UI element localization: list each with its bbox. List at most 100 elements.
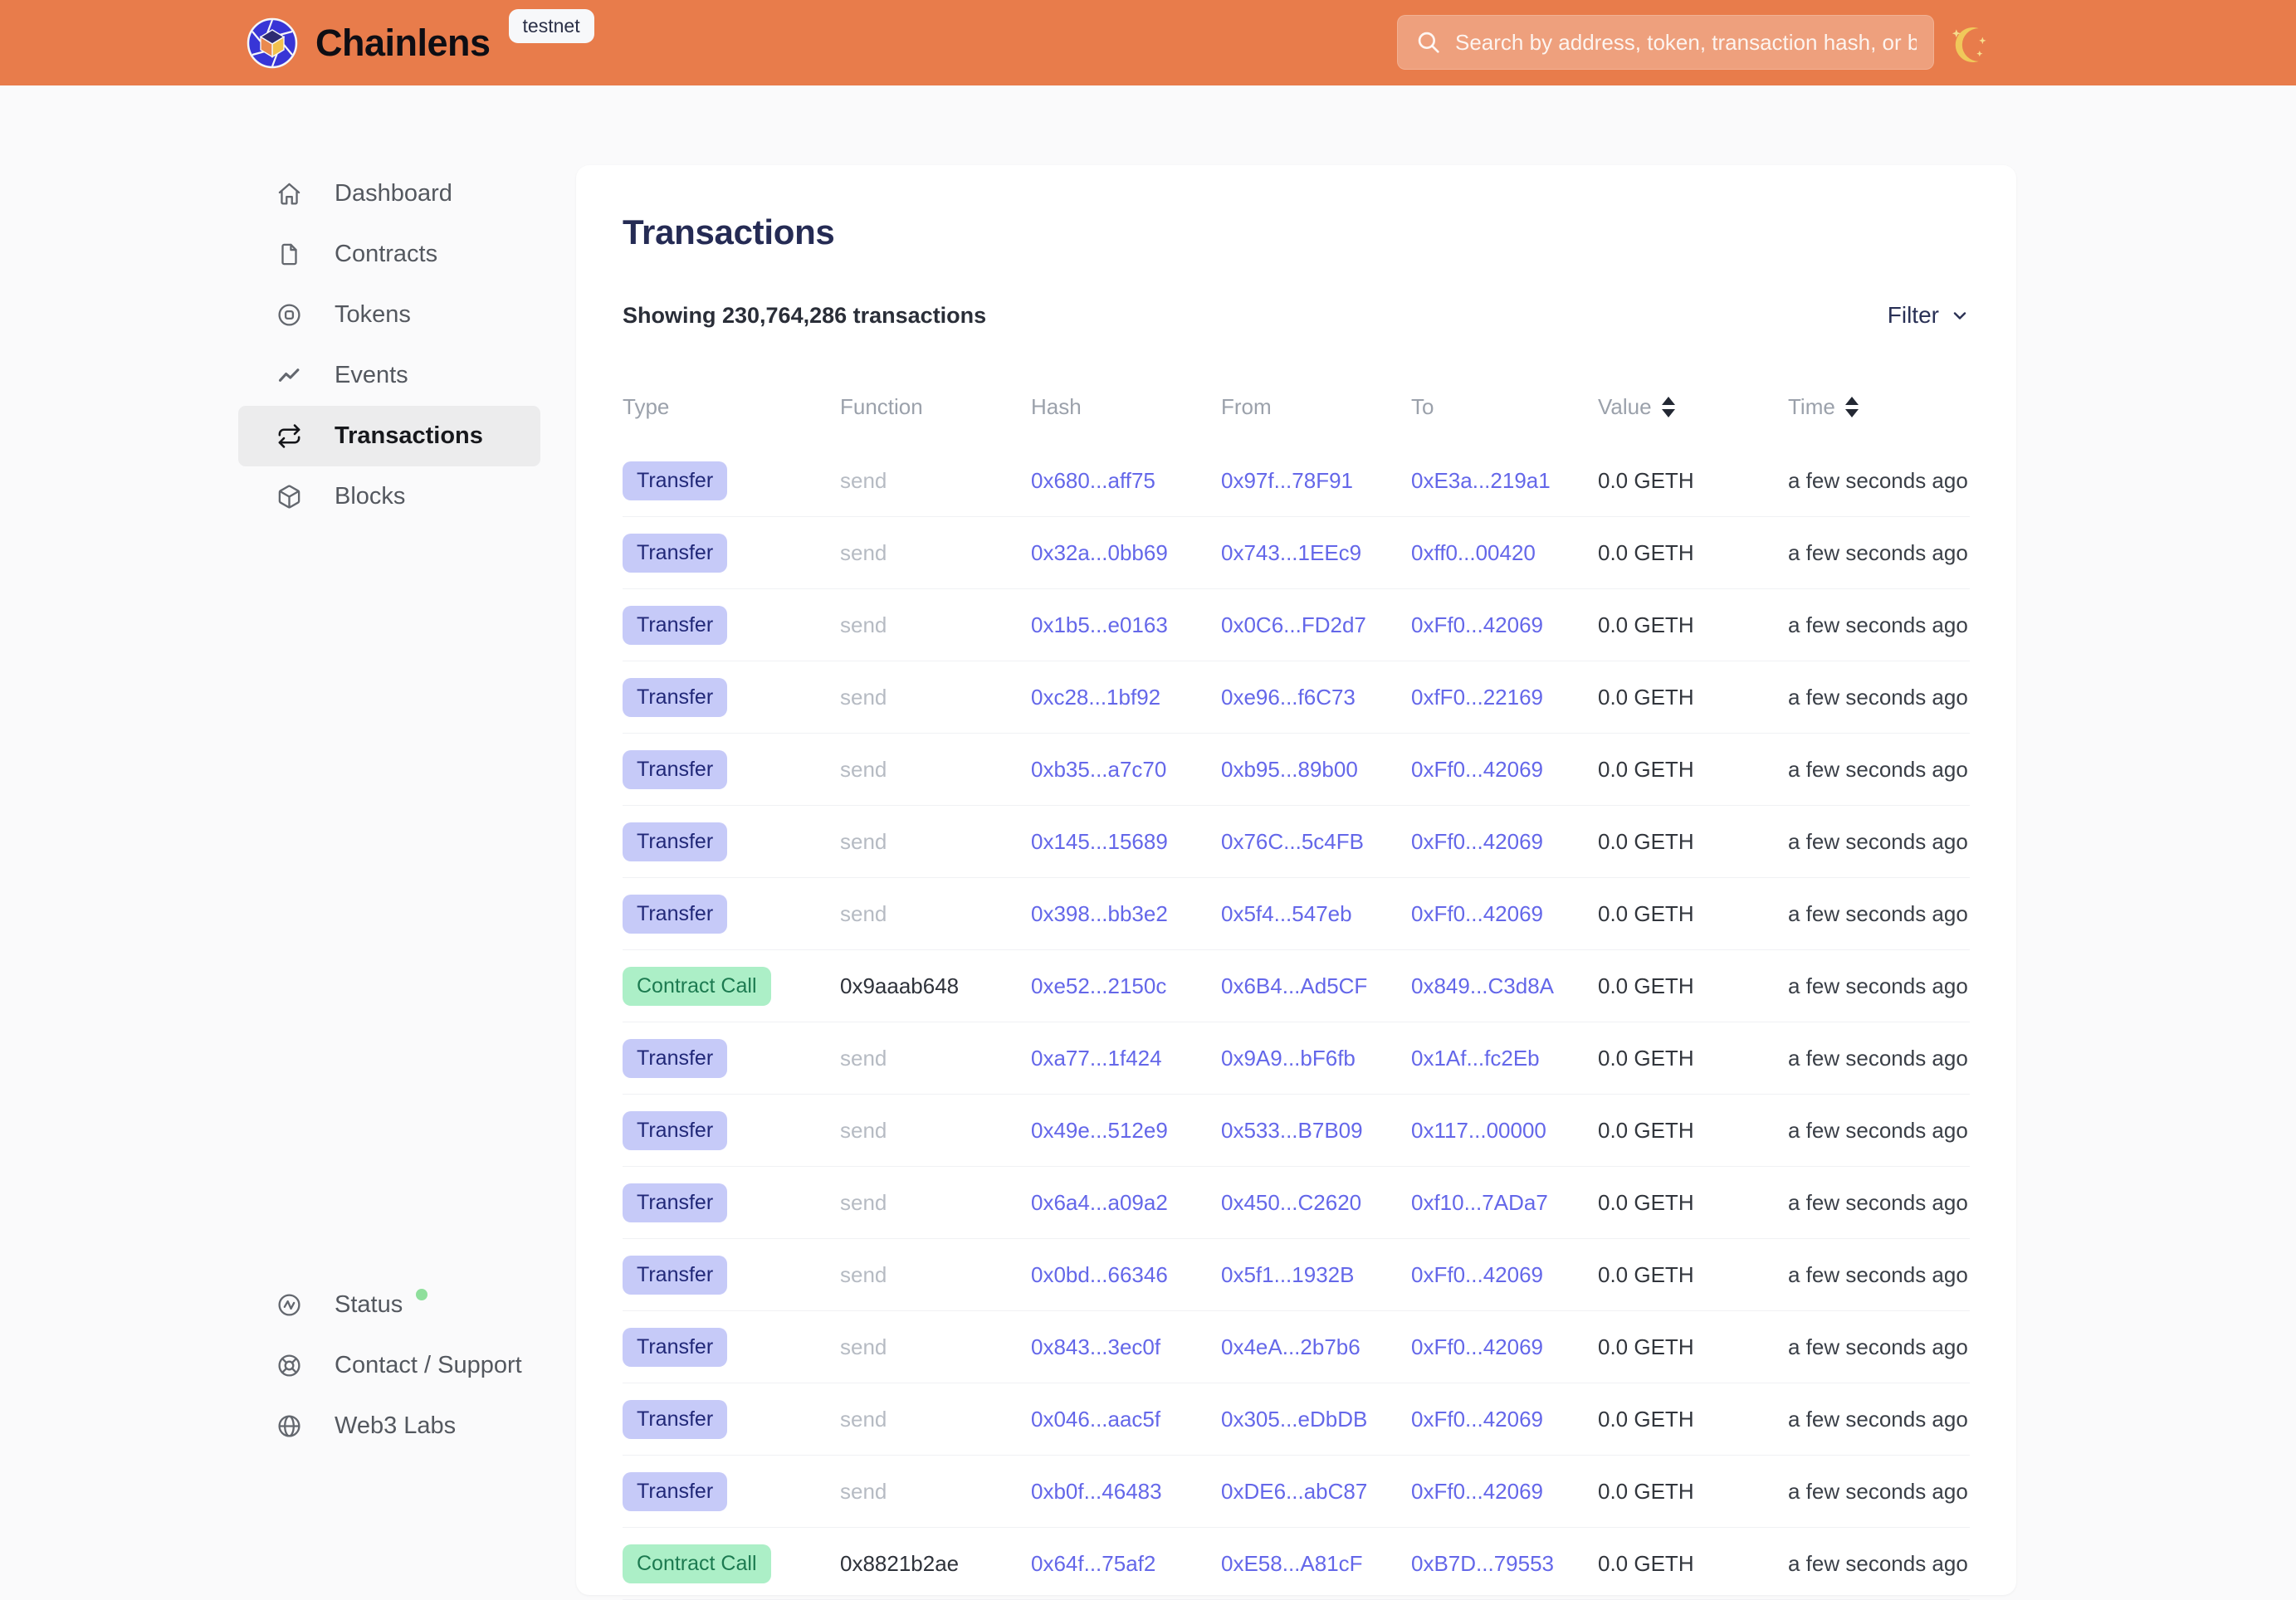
to-link[interactable]: 0x117...00000 [1411, 1118, 1598, 1144]
to-link[interactable]: 0xB7D...79553 [1411, 1551, 1598, 1577]
from-link[interactable]: 0x4eA...2b7b6 [1221, 1334, 1411, 1360]
hash-link[interactable]: 0xe52...2150c [1031, 973, 1221, 999]
table-row[interactable]: Contract Call 0x9aaab648 0xe52...2150c 0… [623, 950, 1970, 1022]
table-row[interactable]: Transfer send 0x32a...0bb69 0x743...1EEc… [623, 517, 1970, 589]
to-link[interactable]: 0x849...C3d8A [1411, 973, 1598, 999]
type-badge: Transfer [623, 1328, 727, 1367]
hash-link[interactable]: 0xb35...a7c70 [1031, 757, 1221, 783]
from-link[interactable]: 0x305...eDbDB [1221, 1407, 1411, 1432]
sort-icon[interactable] [1661, 397, 1676, 417]
to-link[interactable]: 0xFf0...42069 [1411, 1407, 1598, 1432]
to-link[interactable]: 0xFf0...42069 [1411, 829, 1598, 855]
table-row[interactable]: Transfer send 0x046...aac5f 0x305...eDbD… [623, 1383, 1970, 1456]
from-link[interactable]: 0x76C...5c4FB [1221, 829, 1411, 855]
table-row[interactable]: Transfer send 0x0bd...66346 0x5f1...1932… [623, 1239, 1970, 1311]
type-badge: Contract Call [623, 1544, 771, 1583]
hash-link[interactable]: 0xc28...1bf92 [1031, 685, 1221, 710]
to-link[interactable]: 0xFf0...42069 [1411, 1262, 1598, 1288]
type-badge: Transfer [623, 606, 727, 645]
hash-link[interactable]: 0x398...bb3e2 [1031, 901, 1221, 927]
to-link[interactable]: 0xf10...7ADa7 [1411, 1190, 1598, 1216]
table-row[interactable]: Transfer send 0x1b5...e0163 0x0C6...FD2d… [623, 589, 1970, 661]
to-link[interactable]: 0xfF0...22169 [1411, 685, 1598, 710]
sort-icon[interactable] [1844, 397, 1859, 417]
from-link[interactable]: 0x450...C2620 [1221, 1190, 1411, 1216]
hash-link[interactable]: 0x680...aff75 [1031, 468, 1221, 494]
to-link[interactable]: 0xFf0...42069 [1411, 757, 1598, 783]
column-header-value[interactable]: Value [1598, 394, 1788, 420]
to-link[interactable]: 0xFf0...42069 [1411, 612, 1598, 638]
global-search[interactable] [1397, 15, 1934, 70]
time-cell: a few seconds ago [1788, 1118, 1970, 1144]
search-input[interactable] [1455, 30, 1917, 56]
table-row[interactable]: Transfer send 0x49e...512e9 0x533...B7B0… [623, 1095, 1970, 1167]
sidebar-item-transactions[interactable]: Transactions [238, 406, 540, 466]
from-link[interactable]: 0xE58...A81cF [1221, 1551, 1411, 1577]
table-row[interactable]: Transfer send 0xb35...a7c70 0xb95...89b0… [623, 734, 1970, 806]
hash-link[interactable]: 0xa77...1f424 [1031, 1046, 1221, 1071]
time-cell: a few seconds ago [1788, 1334, 1970, 1360]
sidebar-item-tokens[interactable]: Tokens [238, 285, 540, 345]
hash-link[interactable]: 0x046...aac5f [1031, 1407, 1221, 1432]
hash-link[interactable]: 0x145...15689 [1031, 829, 1221, 855]
table-row[interactable]: Transfer send 0x680...aff75 0x97f...78F9… [623, 445, 1970, 517]
hash-link[interactable]: 0x1b5...e0163 [1031, 612, 1221, 638]
from-link[interactable]: 0xb95...89b00 [1221, 757, 1411, 783]
from-link[interactable]: 0x743...1EEc9 [1221, 540, 1411, 566]
sidebar-item-blocks[interactable]: Blocks [238, 466, 540, 527]
to-link[interactable]: 0xFf0...42069 [1411, 901, 1598, 927]
from-link[interactable]: 0xe96...f6C73 [1221, 685, 1411, 710]
hash-link[interactable]: 0x843...3ec0f [1031, 1334, 1221, 1360]
from-link[interactable]: 0x6B4...Ad5CF [1221, 973, 1411, 999]
sidebar-item-contact-support[interactable]: Contact / Support [238, 1335, 540, 1396]
from-link[interactable]: 0x533...B7B09 [1221, 1118, 1411, 1144]
activity-circle-icon [276, 1292, 302, 1318]
sidebar-item-events[interactable]: Events [238, 345, 540, 406]
column-header-time[interactable]: Time [1788, 394, 1970, 420]
table-row[interactable]: Transfer send 0xc28...1bf92 0xe96...f6C7… [623, 661, 1970, 734]
hash-link[interactable]: 0x0bd...66346 [1031, 1262, 1221, 1288]
hash-link[interactable]: 0xb0f...46483 [1031, 1479, 1221, 1505]
function-cell: send [840, 757, 1031, 783]
filter-button[interactable]: Filter [1888, 302, 1970, 329]
table-row[interactable]: Transfer send 0xb0f...46483 0xDE6...abC8… [623, 1456, 1970, 1528]
theme-toggle-button[interactable] [1947, 22, 1991, 68]
type-cell: Transfer [623, 1256, 840, 1295]
to-link[interactable]: 0xFf0...42069 [1411, 1479, 1598, 1505]
from-link[interactable]: 0x0C6...FD2d7 [1221, 612, 1411, 638]
table-row[interactable]: Transfer send 0x145...15689 0x76C...5c4F… [623, 806, 1970, 878]
table-row[interactable]: Contract Call 0x8821b2ae 0x64f...75af2 0… [623, 1528, 1970, 1600]
table-row[interactable]: Transfer send 0x6a4...a09a2 0x450...C262… [623, 1167, 1970, 1239]
type-cell: Transfer [623, 750, 840, 789]
column-header-to: To [1411, 394, 1598, 420]
to-link[interactable]: 0xff0...00420 [1411, 540, 1598, 566]
value-cell: 0.0 GETH [1598, 973, 1788, 999]
sidebar-item-dashboard[interactable]: Dashboard [238, 163, 540, 224]
table-row[interactable]: Transfer send 0x398...bb3e2 0x5f4...547e… [623, 878, 1970, 950]
type-cell: Contract Call [623, 967, 840, 1006]
brand[interactable]: Chainlens testnet [246, 0, 594, 85]
hash-link[interactable]: 0x6a4...a09a2 [1031, 1190, 1221, 1216]
hash-link[interactable]: 0x64f...75af2 [1031, 1551, 1221, 1577]
sidebar-item-label: Dashboard [335, 180, 452, 207]
function-cell: send [840, 901, 1031, 927]
to-link[interactable]: 0x1Af...fc2Eb [1411, 1046, 1598, 1071]
to-link[interactable]: 0xFf0...42069 [1411, 1334, 1598, 1360]
table-row[interactable]: Transfer send 0x843...3ec0f 0x4eA...2b7b… [623, 1311, 1970, 1383]
type-badge: Transfer [623, 1472, 727, 1511]
to-link[interactable]: 0xE3a...219a1 [1411, 468, 1598, 494]
type-cell: Transfer [623, 606, 840, 645]
value-cell: 0.0 GETH [1598, 1046, 1788, 1071]
from-link[interactable]: 0xDE6...abC87 [1221, 1479, 1411, 1505]
hash-link[interactable]: 0x49e...512e9 [1031, 1118, 1221, 1144]
from-link[interactable]: 0x5f1...1932B [1221, 1262, 1411, 1288]
sidebar-item-status[interactable]: Status [238, 1275, 540, 1335]
sidebar-item-web3-labs[interactable]: Web3 Labs [238, 1396, 540, 1456]
hash-link[interactable]: 0x32a...0bb69 [1031, 540, 1221, 566]
time-cell: a few seconds ago [1788, 468, 1970, 494]
from-link[interactable]: 0x5f4...547eb [1221, 901, 1411, 927]
table-row[interactable]: Transfer send 0xa77...1f424 0x9A9...bF6f… [623, 1022, 1970, 1095]
from-link[interactable]: 0x9A9...bF6fb [1221, 1046, 1411, 1071]
sidebar-item-contracts[interactable]: Contracts [238, 224, 540, 285]
from-link[interactable]: 0x97f...78F91 [1221, 468, 1411, 494]
